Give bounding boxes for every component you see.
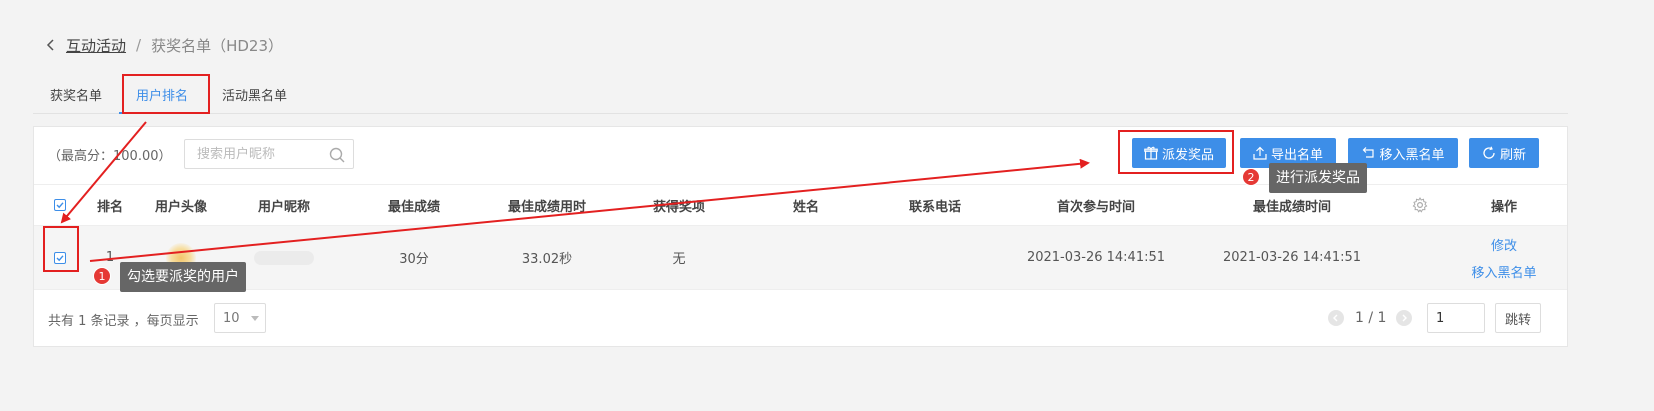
prize-cell: 无 [672, 252, 686, 267]
step-badge-2: 2 [1242, 168, 1260, 186]
page-indicator: 1 / 1 [1355, 310, 1387, 326]
select-all-checkbox[interactable] [54, 199, 66, 211]
select-all-cell [48, 185, 72, 225]
ranking-panel: （最高分：100.00） 派发奖品 导出名单 移入黑名单 [33, 126, 1568, 347]
chevron-right-icon [1402, 314, 1407, 322]
next-page-button[interactable] [1396, 310, 1412, 326]
breadcrumb: 互动活动 / 获奖名单（HD23） [44, 34, 283, 56]
actions-cell: 修改 移入黑名单 [1459, 226, 1549, 289]
breadcrumb-link-activities[interactable]: 互动活动 [66, 35, 126, 56]
jump-button[interactable]: 跳转 [1495, 303, 1541, 333]
move-to-blacklist-label: 移入黑名单 [1379, 147, 1445, 163]
column-header[interactable]: 最佳成绩 [374, 185, 454, 225]
column-header[interactable]: 首次参与时间 [1036, 185, 1156, 225]
previous-page-button[interactable] [1328, 310, 1344, 326]
highlight-box-row-checkbox [43, 226, 79, 272]
move-to-blacklist-link[interactable]: 移入黑名单 [1471, 262, 1536, 281]
max-score-label: （最高分：100.00） [48, 149, 172, 164]
column-header[interactable]: 操作 [1474, 185, 1534, 225]
first-join-time-cell: 2021-03-26 14:41:51 [1026, 250, 1166, 265]
search-box [184, 139, 354, 169]
column-header[interactable]: 最佳成绩用时 [487, 185, 607, 225]
breadcrumb-separator: / [136, 36, 142, 54]
tooltip-select-user: 勾选要派奖的用户 [120, 262, 246, 292]
chevron-left-icon [1333, 314, 1338, 322]
checkmark-icon [56, 202, 64, 209]
column-header[interactable]: 排名 [80, 185, 140, 225]
column-header[interactable]: 用户头像 [141, 185, 221, 225]
refresh-button[interactable]: 刷新 [1469, 138, 1539, 168]
table-row: 1 30分 33.02秒 无 2021-03-26 14:41:51 2021-… [34, 226, 1567, 290]
tab-bar: 获奖名单 用户排名 活动黑名单 [33, 80, 1568, 114]
total-records-label: 共有 1 条记录 ，每页显示 [48, 314, 199, 329]
highlight-box-user-ranking-tab [122, 74, 210, 114]
nickname-cell [244, 226, 324, 289]
page-size-value: 10 [223, 310, 240, 326]
edit-link[interactable]: 修改 [1491, 235, 1517, 254]
upload-icon [1253, 146, 1267, 160]
column-header[interactable]: 联系电话 [892, 185, 978, 225]
search-input[interactable] [185, 140, 325, 168]
page-number-input[interactable] [1427, 303, 1485, 333]
breadcrumb-current: 获奖名单（HD23） [151, 36, 283, 55]
tab-winners[interactable]: 获奖名单 [33, 80, 119, 113]
highlight-box-distribute-button [1118, 130, 1234, 174]
undo-arrow-icon [1363, 147, 1375, 158]
name-cell [766, 226, 846, 289]
step-badge-1: 1 [93, 267, 111, 285]
nickname-redacted [254, 250, 314, 265]
gear-icon[interactable] [1412, 197, 1428, 213]
best-score-time-cell: 2021-03-26 14:41:51 [1222, 250, 1362, 265]
phone-cell [892, 226, 978, 289]
search-icon[interactable] [329, 147, 345, 163]
column-header[interactable]: 姓名 [766, 185, 846, 225]
tab-activity-blacklist[interactable]: 活动黑名单 [205, 80, 304, 113]
refresh-icon [1483, 146, 1495, 159]
column-settings-cell [1410, 185, 1430, 225]
time-used-cell: 33.02秒 [521, 252, 573, 267]
page-size-select[interactable]: 10 [214, 303, 266, 333]
export-list-label: 导出名单 [1270, 147, 1323, 163]
chevron-down-icon [251, 316, 259, 321]
tooltip-distribute-prize: 进行派发奖品 [1269, 163, 1367, 193]
refresh-label: 刷新 [1499, 147, 1526, 163]
chevron-left-icon[interactable] [44, 38, 58, 52]
pagination-bar: 共有 1 条记录 ，每页显示 10 1 / 1 跳转 [34, 302, 1567, 336]
best-score-cell: 30分 [399, 252, 429, 267]
column-header[interactable]: 用户昵称 [244, 185, 324, 225]
column-header[interactable]: 获得奖项 [639, 185, 719, 225]
